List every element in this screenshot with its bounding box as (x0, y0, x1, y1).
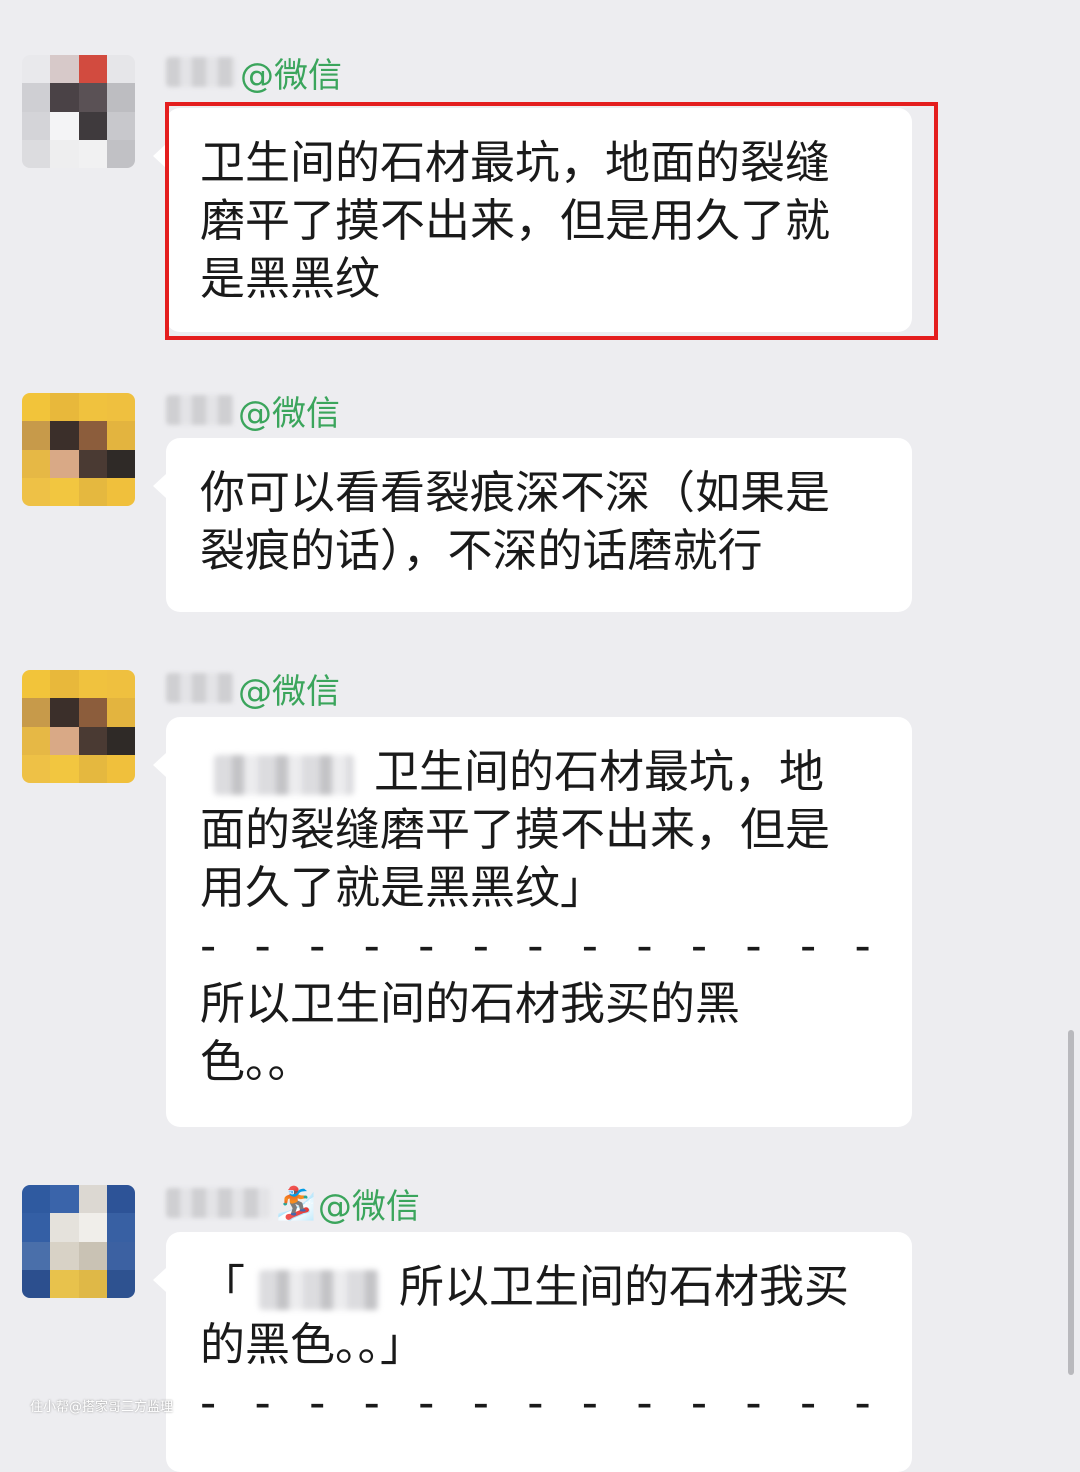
sender-name: @微信 (166, 666, 340, 712)
highlight-box (165, 102, 938, 340)
message-bubble[interactable]: 你可以看看裂痕深不深（如果是 裂痕的话），不深的话磨就行 (153, 438, 912, 612)
blurred-name (166, 57, 236, 87)
quote-line: 卫生间的石材最坑，地 (200, 743, 892, 801)
avatar[interactable] (22, 1185, 135, 1298)
message-line: 你可以看看裂痕深不深（如果是 (200, 466, 831, 519)
blurred-name (166, 673, 234, 703)
sender-suffix: @微信 (240, 55, 342, 96)
watermark: 住小帮@搭家哥三方监理 (30, 1400, 174, 1415)
blurred-name (166, 1188, 270, 1218)
quote-separator: - - - - - - - - - - - - - - - - (200, 919, 892, 972)
message-line: 用久了就是黑黑纹」 (200, 861, 606, 914)
message-bubble[interactable]: 「 所以卫生间的石材我买 的黑色。。」 - - - - - - - - - - -… (153, 1232, 912, 1472)
message-line: 的黑色。。」 (200, 1318, 426, 1371)
quote-line: 「 所以卫生间的石材我买 (200, 1258, 892, 1316)
quote-line-tail: 卫生间的石材最坑，地 (374, 745, 825, 798)
sender-name: @微信 (166, 388, 340, 434)
avatar[interactable] (22, 670, 135, 783)
scrollbar[interactable] (1068, 1030, 1074, 1375)
message-bubble[interactable]: 卫生间的石材最坑，地 面的裂缝磨平了摸不出来，但是 用久了就是黑黑纹」 - - … (153, 717, 912, 1127)
message-line: 面的裂缝磨平了摸不出来，但是 (200, 803, 831, 856)
blurred-quoted-name (259, 1270, 380, 1310)
sender-suffix: @微信 (317, 1186, 420, 1227)
sender-name: @微信 (166, 50, 342, 96)
snowboarder-icon: 🏂 (276, 1184, 316, 1222)
sender-suffix: @微信 (238, 393, 340, 434)
sender-suffix: @微信 (238, 671, 340, 712)
quote-open: 「 (200, 1260, 246, 1313)
reply-line: 色。。 (200, 1035, 313, 1088)
avatar[interactable] (22, 55, 135, 168)
blurred-name (166, 395, 234, 425)
avatar[interactable] (22, 393, 135, 506)
reply-line: 所以卫生间的石材我买的黑 (200, 977, 741, 1030)
blurred-quoted-name (214, 755, 354, 795)
quote-separator: - - - - - - - - - - - - - - - - (200, 1376, 892, 1429)
sender-name: 🏂 @微信 (166, 1181, 420, 1227)
message-line: 裂痕的话），不深的话磨就行 (200, 524, 763, 577)
quote-line-tail: 所以卫生间的石材我买 (399, 1260, 850, 1313)
